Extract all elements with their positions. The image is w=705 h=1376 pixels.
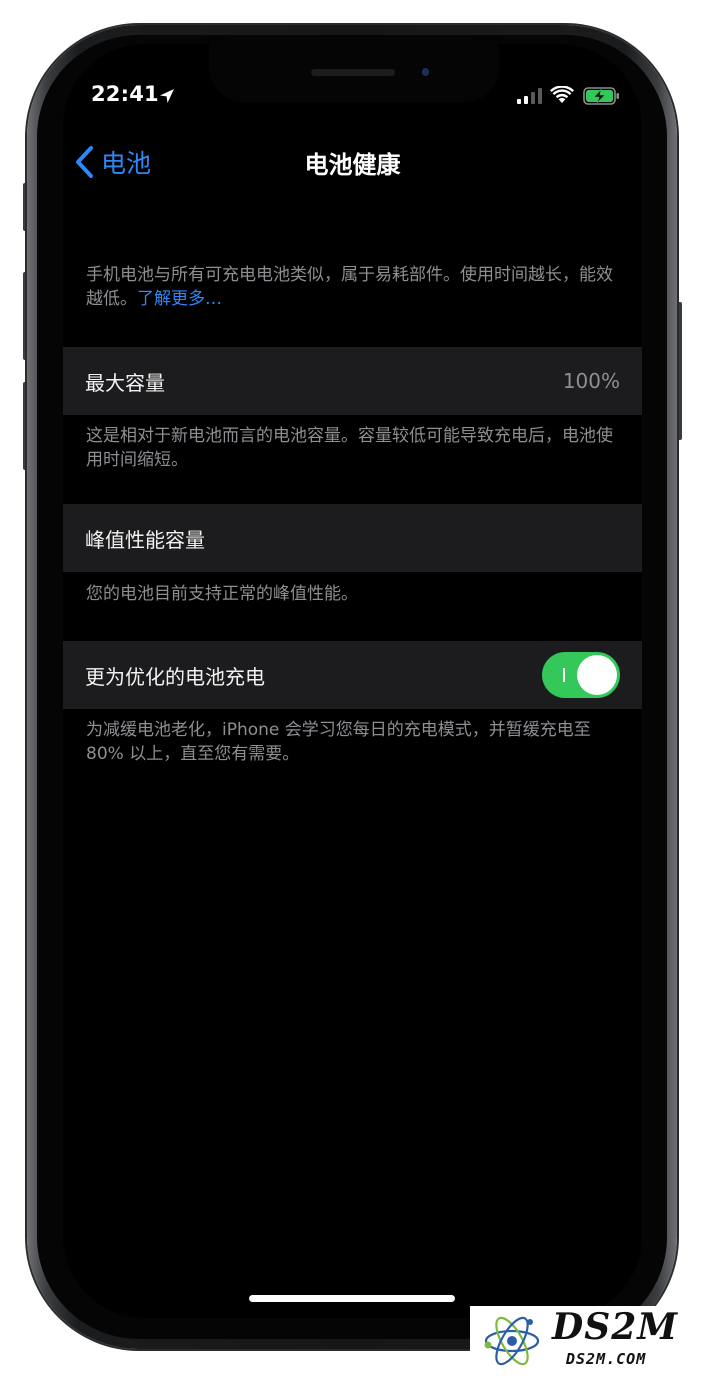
battery-charging-icon — [583, 87, 619, 105]
learn-more-link[interactable]: 了解更多… — [137, 289, 222, 309]
optimized-charging-toggle[interactable] — [542, 652, 620, 698]
watermark-subtitle: DS2M.COM — [566, 1350, 647, 1368]
toggle-on-indicator — [563, 668, 565, 682]
page-title: 电池健康 — [304, 151, 401, 179]
peak-performance-row: 峰值性能容量 — [63, 504, 642, 572]
max-capacity-row: 最大容量 100% — [63, 347, 642, 415]
toggle-knob — [577, 655, 617, 695]
watermark: DS2M DS2M.COM — [470, 1306, 705, 1376]
wifi-icon — [550, 86, 574, 103]
settings-content: 手机电池与所有可充电电池类似，属于易耗部件。使用时间越长，能效越低。了解更多… … — [63, 196, 642, 1318]
phone-screen: 22:41 电池 电池健康 手机电池与所有可充电电池类似，属于易耗部件。使用时间… — [63, 44, 642, 1318]
cellular-signal-icon — [517, 88, 542, 104]
optimized-charging-footnote: 为减缓电池老化，iPhone 会学习您每日的充电模式，并暂缓充电至 80% 以上… — [86, 720, 591, 764]
optimized-charging-row: 更为优化的电池充电 — [63, 641, 642, 709]
screenshot-stage: 22:41 电池 电池健康 手机电池与所有可充电电池类似，属于易耗部件。使用时间… — [0, 0, 705, 1376]
home-indicator[interactable] — [249, 1295, 455, 1302]
peak-performance-label: 峰值性能容量 — [85, 527, 205, 552]
earpiece-speaker — [311, 69, 395, 76]
atom-logo-icon — [484, 1316, 540, 1366]
location-arrow-icon — [160, 89, 174, 103]
optimized-charging-label: 更为优化的电池充电 — [85, 664, 265, 689]
max-capacity-label: 最大容量 — [85, 370, 165, 395]
front-camera — [422, 68, 429, 76]
intro-footnote: 手机电池与所有可充电电池类似，属于易耗部件。使用时间越长，能效越低。了解更多… — [86, 263, 621, 311]
max-capacity-value: 100% — [562, 369, 620, 393]
notch — [209, 44, 499, 102]
max-capacity-footnote: 这是相对于新电池而言的电池容量。容量较低可能导致充电后，电池使用时间缩短。 — [86, 426, 613, 470]
side-button — [677, 302, 682, 440]
peak-performance-footnote: 您的电池目前支持正常的峰值性能。 — [86, 584, 358, 604]
watermark-title: DS2M — [552, 1306, 679, 1348]
status-time: 22:41 — [91, 82, 159, 106]
